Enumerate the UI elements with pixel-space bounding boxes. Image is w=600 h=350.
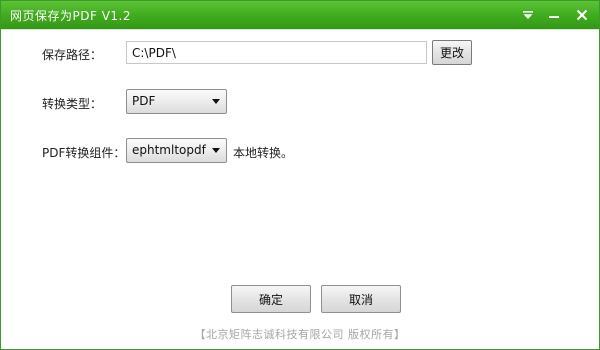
convert-type-label: 转换类型： [42,97,103,111]
chevron-down-icon [212,148,220,153]
pdf-component-value: ephtmltopdf [132,143,206,157]
minimize-button[interactable] [543,5,565,25]
close-button[interactable] [571,5,593,25]
cancel-button[interactable]: 取消 [321,285,401,313]
copyright-footer: 【北京矩阵志诚科技有限公司 版权所有】 [194,328,406,341]
save-path-label: 保存路径： [42,48,103,62]
minimize-icon [549,16,559,18]
change-path-button[interactable]: 更改 [432,40,472,65]
chevron-down-icon [212,99,220,104]
pdf-component-label: PDF转换组件： [42,146,126,160]
component-note: 本地转换。 [233,146,294,160]
dialog-content: 保存路径： 更改 转换类型： PDF PDF转换组件： ephtmltopdf … [1,29,599,349]
dropdown-arrow-icon [523,11,533,19]
convert-type-value: PDF [132,94,156,108]
ok-button[interactable]: 确定 [231,285,311,313]
title-bar[interactable]: 网页保存为PDF V1.2 [1,1,599,29]
app-window: 网页保存为PDF V1.2 保存路径： 更改 转换类型： PDF [0,0,600,350]
convert-type-select[interactable]: PDF [126,89,227,114]
save-path-input[interactable] [126,41,427,64]
window-title: 网页保存为PDF V1.2 [10,9,131,23]
menu-dropdown-button[interactable] [517,5,539,25]
close-icon [576,9,588,21]
pdf-component-select[interactable]: ephtmltopdf [126,138,227,163]
